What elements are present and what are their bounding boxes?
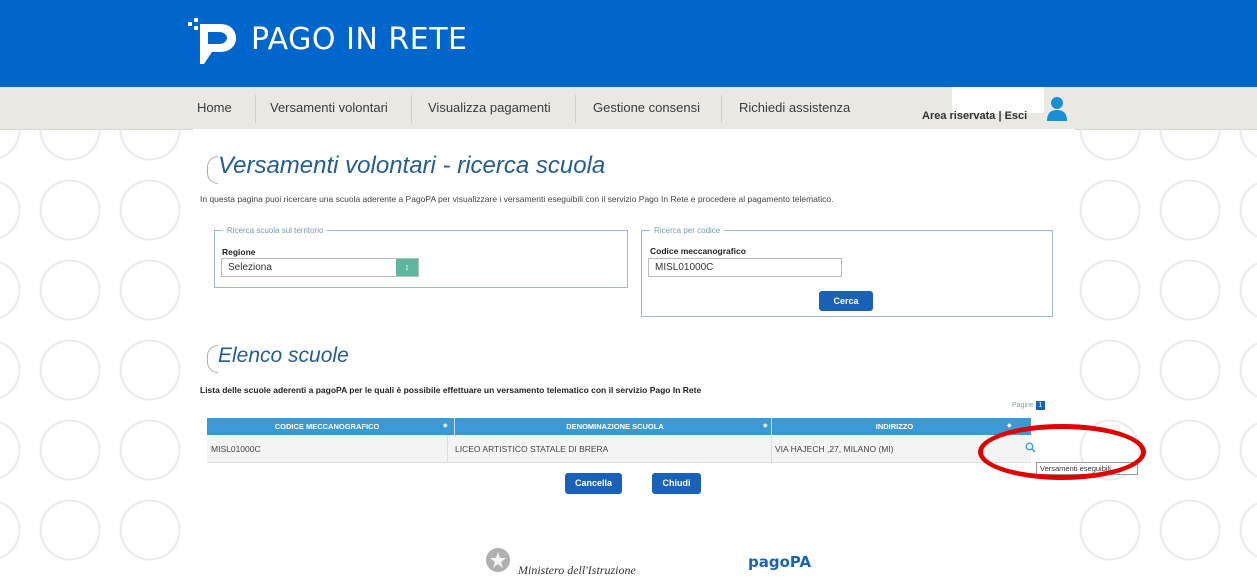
table-header: CODICE MECCANOGRAFICO ◆ DENOMINAZIONE SC… xyxy=(207,418,1031,435)
column-header-codice[interactable]: CODICE MECCANOGRAFICO xyxy=(207,422,447,431)
search-territory-fieldset: Ricerca scuola sul territorio xyxy=(214,226,628,288)
search-territory-legend: Ricerca scuola sul territorio xyxy=(227,226,324,235)
emblem-icon xyxy=(486,548,510,572)
title-bracket-decoration xyxy=(207,156,218,184)
pagopa-logo: pagoPA xyxy=(748,553,812,571)
column-header-indirizzo[interactable]: INDIRIZZO xyxy=(772,422,1017,431)
search-code-legend: Ricerca per codice xyxy=(654,226,721,235)
user-icon[interactable] xyxy=(1046,96,1068,122)
cell-indirizzo: VIA HAJECH ,27, MILANO (MI) xyxy=(775,444,894,454)
column-header-denominazione[interactable]: DENOMINAZIONE SCUOLA xyxy=(455,422,775,431)
brand-title[interactable]: PAGO IN RETE xyxy=(251,22,467,57)
sort-icon[interactable]: ◆ xyxy=(443,422,448,429)
main-nav: Home Versamenti volontari Visualizza pag… xyxy=(0,87,1257,130)
nav-versamenti-volontari[interactable]: Versamenti volontari xyxy=(270,100,388,115)
header-bar: PAGO IN RETE xyxy=(0,0,1257,87)
sort-icon[interactable]: ◆ xyxy=(1007,422,1012,429)
title-bracket-decoration xyxy=(207,345,218,373)
cell-codice: MISL01000C xyxy=(211,444,261,454)
page-title: Versamenti volontari - ricerca scuola xyxy=(218,152,606,179)
list-title: Elenco scuole xyxy=(218,344,349,367)
cell-divider xyxy=(447,435,448,462)
nav-home[interactable]: Home xyxy=(197,100,232,115)
nav-richiedi-assistenza[interactable]: Richiedi assistenza xyxy=(739,100,850,115)
list-description: Lista delle scuole aderenti a pagoPA per… xyxy=(200,385,702,395)
chiudi-button[interactable]: Chiudi xyxy=(652,473,701,494)
nav-divider xyxy=(255,95,256,123)
pages-label: Pagine xyxy=(1012,402,1034,409)
regione-select-value: Seleziona xyxy=(228,262,272,273)
regione-select[interactable]: Seleziona ↕ xyxy=(221,258,419,277)
ministry-logo-text: Ministero dell'Istruzione xyxy=(518,563,636,577)
codice-input[interactable]: MISL01000C xyxy=(648,258,842,277)
table-row[interactable]: MISL01000C LICEO ARTISTICO STATALE DI BR… xyxy=(207,435,1036,463)
cell-denominazione: LICEO ARTISTICO STATALE DI BRERA xyxy=(455,444,609,454)
pago-in-rete-logo-icon[interactable] xyxy=(186,16,238,66)
highlight-ellipse xyxy=(978,424,1146,480)
cell-divider xyxy=(771,435,772,462)
pagination: Pagine 1 xyxy=(1012,401,1045,410)
nav-divider xyxy=(411,95,412,123)
page-button[interactable]: 1 xyxy=(1035,401,1045,410)
nav-divider xyxy=(575,95,576,123)
nav-visualizza-pagamenti[interactable]: Visualizza pagamenti xyxy=(428,100,551,115)
sort-icon[interactable]: ◆ xyxy=(763,422,768,429)
nav-gestione-consensi[interactable]: Gestione consensi xyxy=(593,100,700,115)
cancella-button[interactable]: Cancella xyxy=(565,473,622,494)
regione-label: Regione xyxy=(222,247,256,257)
cerca-button[interactable]: Cerca xyxy=(819,291,873,311)
page-intro: In questa pagina puoi ricercare una scuo… xyxy=(200,194,834,204)
codice-label: Codice meccanografico xyxy=(650,246,746,256)
nav-divider xyxy=(721,95,722,123)
area-riservata-link[interactable]: Area riservata | Esci xyxy=(922,110,1027,122)
select-arrows-icon: ↕ xyxy=(396,259,418,276)
